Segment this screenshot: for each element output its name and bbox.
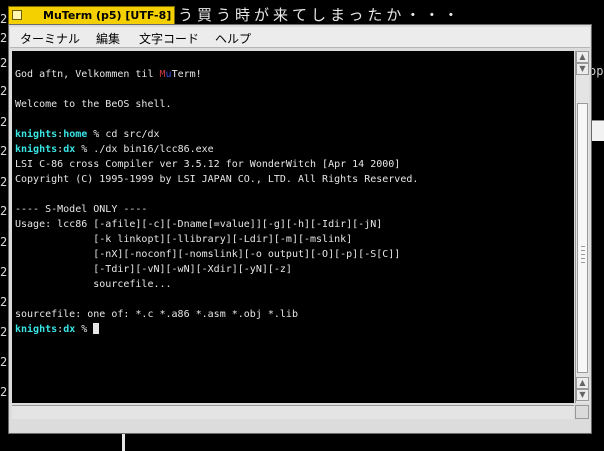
scroll-up-arrow-icon[interactable]: ▲: [576, 51, 589, 63]
terminal-output-line: sourcefile: one of: *.c *.a86 *.asm *.ob…: [15, 309, 298, 320]
close-box-icon[interactable]: [12, 10, 22, 20]
background-divider: [122, 432, 125, 451]
menu-help[interactable]: ヘルプ: [215, 30, 251, 47]
text-cursor: [93, 323, 100, 334]
terminal-output-line: [-Tdir][-vN][-wN][-Xdir][-yN][-z]: [15, 264, 292, 275]
terminal-output-line: Copyright (C) 1995-1999 by LSI JAPAN CO.…: [15, 174, 419, 185]
terminal-line: God aftn, Velkommen til MuTerm!: [15, 67, 418, 82]
grip-icon: [581, 246, 585, 264]
window-title-tab[interactable]: MuTerm (p5) [UTF-8]: [8, 6, 175, 24]
scroll-thumb[interactable]: [577, 103, 588, 373]
prompt-user: knights: [15, 129, 58, 140]
terminal-output-line: [-nX][-noconf][-nomslink][-o output][-O]…: [15, 249, 401, 260]
background-window-text: う買う時が来てしまったか・・・: [178, 6, 463, 24]
muterm-window: ターミナル 編集 文字コード ヘルプ God aftn, Velkommen t…: [8, 24, 592, 434]
terminal-output-line: Usage: lcc86 [-afile][-c][-Dname[=value]…: [15, 219, 383, 230]
scroll-down-arrow-icon[interactable]: ▼: [576, 389, 589, 401]
terminal-output-line: sourcefile...: [15, 279, 172, 290]
horizontal-scrollbar[interactable]: [12, 405, 574, 419]
scroll-down-arrow-icon[interactable]: ▼: [576, 63, 589, 75]
terminal-output-line: [-k linkopt][-llibrary][-Ldir][-m][-msli…: [15, 234, 353, 245]
menu-bar: ターミナル 編集 文字コード ヘルプ: [10, 27, 590, 48]
background-window-fragment: [590, 120, 604, 141]
prompt-dir: home: [63, 129, 88, 140]
window-title: MuTerm (p5) [UTF-8]: [43, 9, 172, 22]
vertical-scrollbar[interactable]: ▲ ▼ ▲ ▼: [575, 51, 589, 403]
prompt-dir: dx: [63, 324, 76, 335]
prompt-command: % cd src/dx: [87, 129, 160, 140]
prompt-user: knights: [15, 144, 58, 155]
prompt-user: knights: [15, 324, 58, 335]
terminal-prompt-line: knights:dx %: [15, 322, 418, 337]
menu-edit[interactable]: 編集: [96, 30, 120, 47]
prompt-command: %: [75, 324, 94, 335]
terminal-output-line: ---- S-Model ONLY ----: [15, 204, 148, 215]
scroll-up-arrow-icon[interactable]: ▲: [576, 377, 589, 389]
terminal-prompt-line: knights:home % cd src/dx: [15, 127, 418, 142]
menu-terminal[interactable]: ターミナル: [20, 30, 80, 47]
terminal-output-line: LSI C-86 cross Compiler ver 3.5.12 for W…: [15, 159, 401, 170]
resize-grip-icon[interactable]: [575, 405, 589, 419]
terminal-view[interactable]: God aftn, Velkommen til MuTerm! Welcome …: [12, 51, 574, 403]
prompt-command: % ./dx bin16/lcc86.exe: [75, 144, 214, 155]
menu-encoding[interactable]: 文字コード: [139, 30, 199, 47]
terminal-prompt-line: knights:dx % ./dx bin16/lcc86.exe: [15, 142, 418, 157]
prompt-dir: dx: [63, 144, 76, 155]
greeting-suffix: Term!: [171, 69, 202, 80]
terminal-line: Welcome to the BeOS shell.: [15, 99, 172, 110]
greeting-text: God aftn, Velkommen til: [15, 69, 160, 80]
